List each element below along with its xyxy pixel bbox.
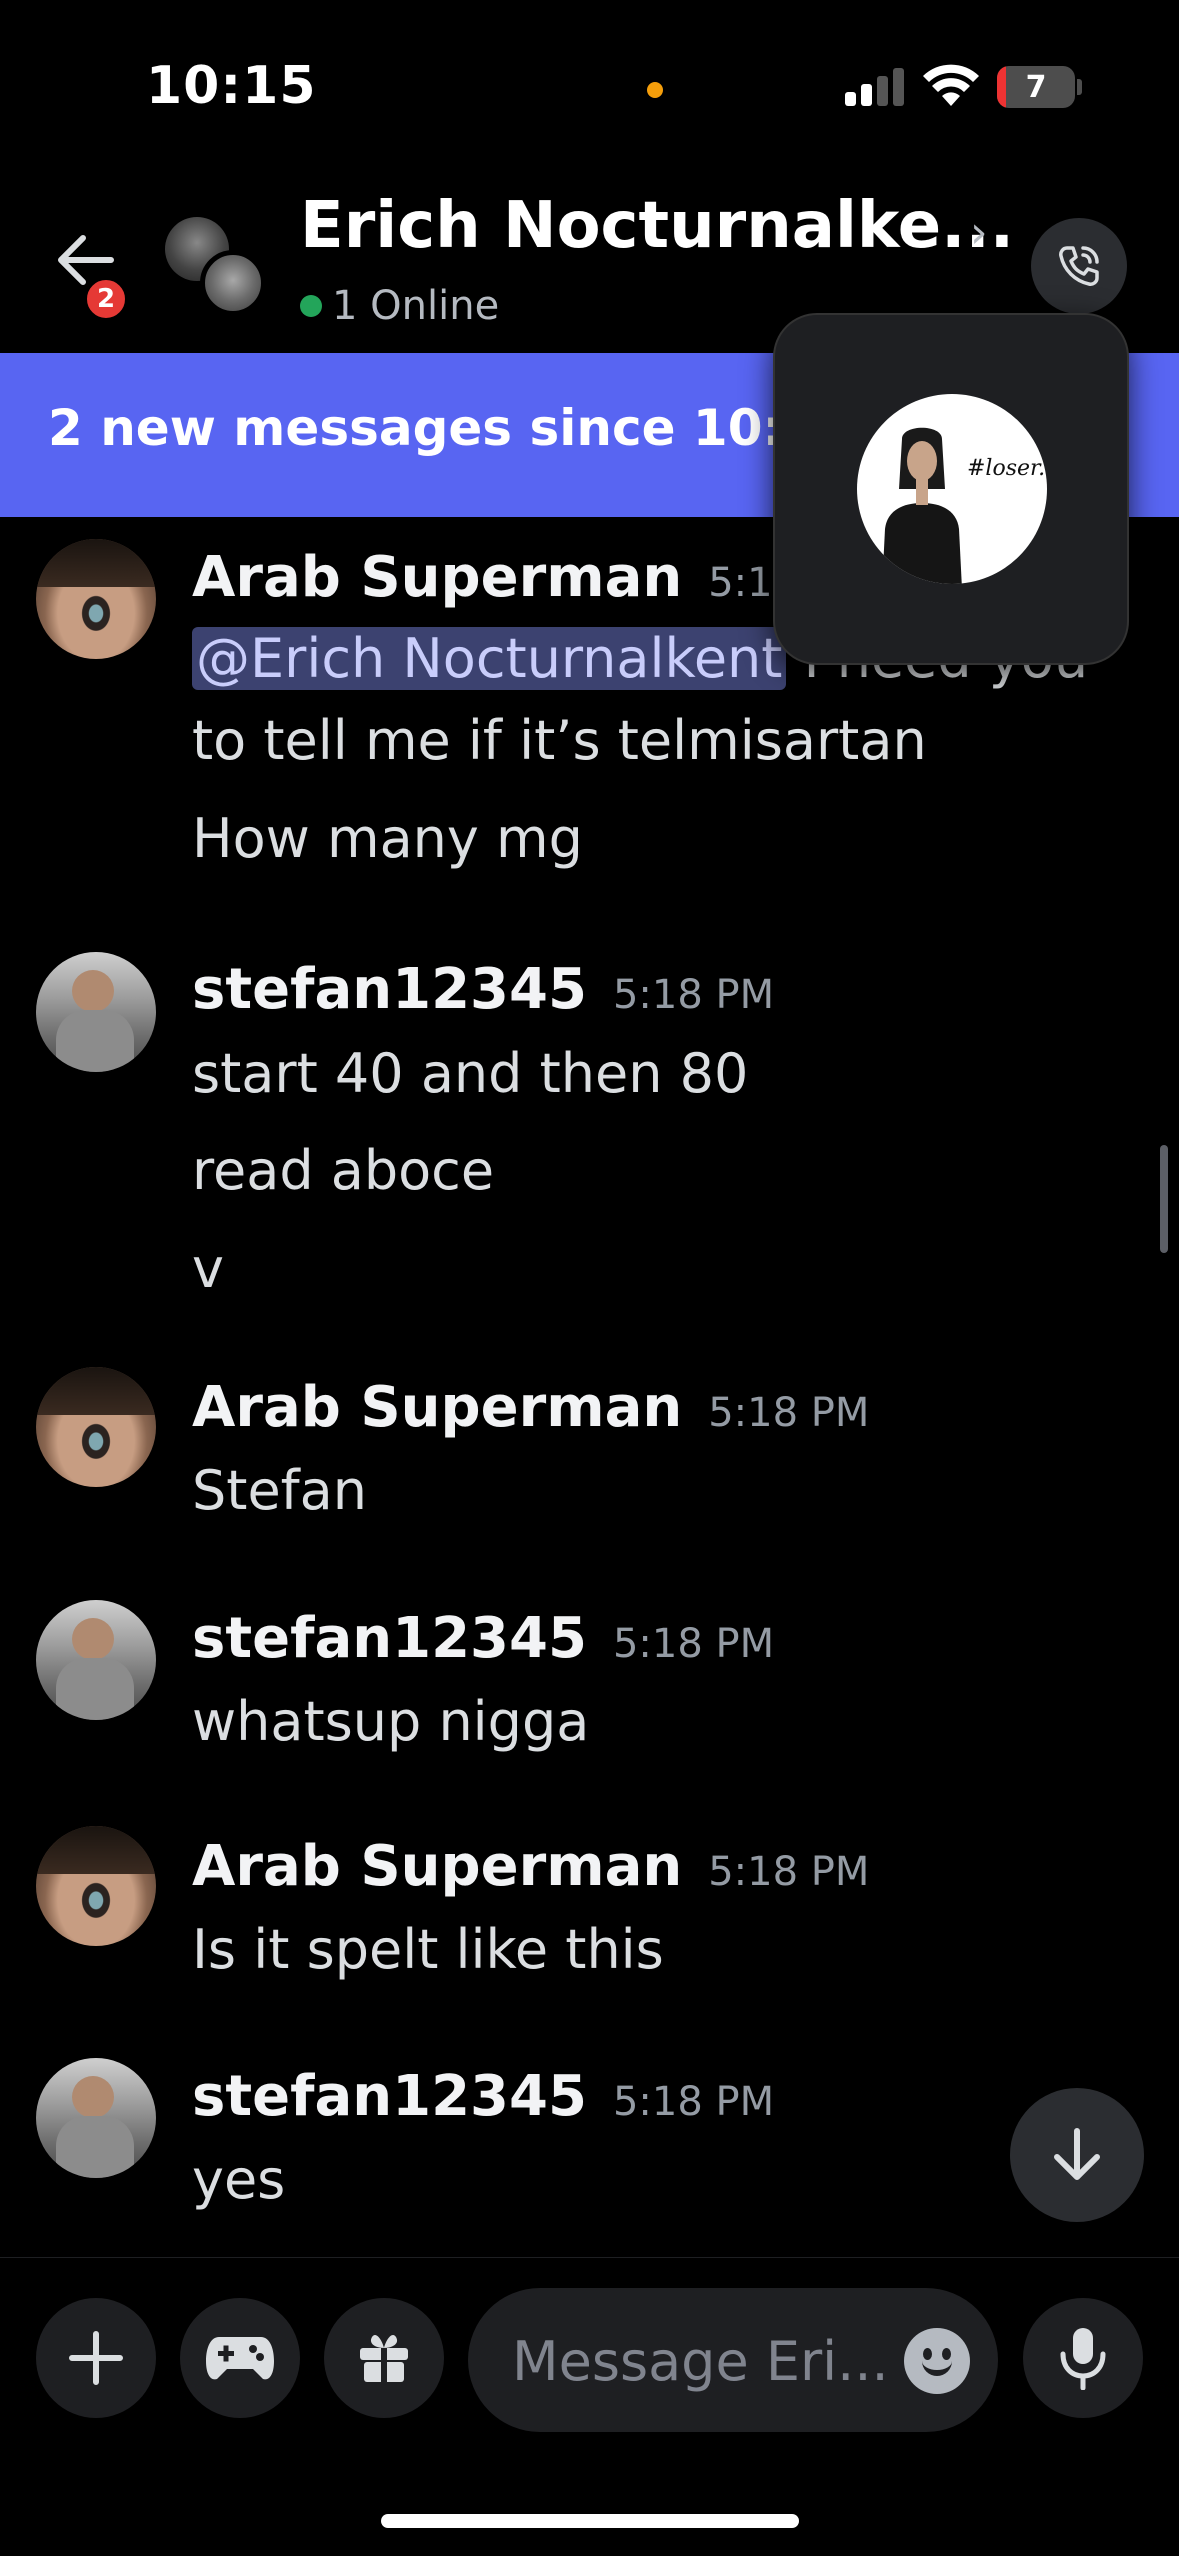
message-line: yes: [192, 2148, 286, 2211]
timestamp: 5:18 PM: [708, 1849, 870, 1895]
message-line: read aboce: [192, 1139, 495, 1202]
message-header: stefan12345 5:18 PM: [192, 957, 774, 1022]
unread-badge: 2: [82, 275, 130, 323]
channel-title[interactable]: Erich Nocturnalke...: [300, 189, 1014, 263]
message-line: start 40 and then 80: [192, 1042, 749, 1105]
message-input-placeholder: Message Eri...: [512, 2330, 889, 2393]
activities-button[interactable]: [180, 2298, 300, 2418]
microphone-icon: [1060, 2328, 1106, 2390]
user-mention[interactable]: @Erich Nocturnalkent: [192, 627, 787, 690]
author-name[interactable]: stefan12345: [192, 2064, 587, 2129]
gamepad-icon: [206, 2337, 274, 2380]
author-name[interactable]: Arab Superman: [192, 1375, 682, 1440]
status-time: 10:15: [146, 56, 317, 116]
online-status: 1 Online: [300, 283, 499, 329]
online-dot: [300, 295, 322, 317]
author-name[interactable]: stefan12345: [192, 957, 587, 1022]
author-name[interactable]: stefan12345: [192, 1606, 587, 1671]
emoji-icon[interactable]: [904, 2328, 970, 2394]
battery-level: 7: [1025, 69, 1047, 105]
message-header: Arab Superman 5:17 PM: [192, 545, 869, 610]
message-composer: Message Eri...: [0, 2257, 1179, 2432]
voice-message-button[interactable]: [1023, 2298, 1143, 2418]
jump-to-latest-button[interactable]: [1010, 2088, 1144, 2222]
plus-icon: [69, 2331, 123, 2385]
battery-icon: 7: [997, 66, 1075, 108]
arrow-down-icon: [1054, 2128, 1100, 2180]
timestamp: 5:18 PM: [612, 1621, 775, 1667]
scrollbar[interactable]: [1160, 1145, 1168, 1253]
message-line: Is it spelt like this: [192, 1918, 664, 1981]
message-header: stefan12345 5:18 PM: [192, 2064, 774, 2129]
person-portrait-icon: [882, 427, 962, 584]
avatar[interactable]: [36, 1600, 156, 1720]
avatar[interactable]: [36, 1367, 156, 1487]
picture-in-picture-call[interactable]: #loser.: [773, 313, 1129, 665]
message-header: Arab Superman 5:18 PM: [192, 1834, 869, 1899]
timestamp: 5:18 PM: [612, 972, 775, 1018]
online-count: 1 Online: [332, 283, 500, 329]
message-input[interactable]: Message Eri...: [468, 2288, 998, 2432]
privacy-indicator-dot: [647, 82, 663, 98]
message-list[interactable]: Arab Superman 5:17 PM @Erich Nocturnalke…: [0, 517, 1179, 2257]
group-avatar-secondary: [200, 250, 266, 316]
message-line: How many mg: [192, 807, 583, 870]
message-line: to tell me if it’s telmisartan: [192, 709, 927, 772]
pip-avatar-text: #loser.: [967, 456, 1046, 481]
avatar[interactable]: [36, 1826, 156, 1946]
message-header: Arab Superman 5:18 PM: [192, 1375, 869, 1440]
chevron-right-icon[interactable]: ›: [970, 207, 988, 258]
add-attachment-button[interactable]: [36, 2298, 156, 2418]
message-line: v: [192, 1237, 224, 1300]
pip-avatar: #loser.: [857, 394, 1047, 584]
battery-nub: [1077, 79, 1082, 95]
message-line: whatsup nigga: [192, 1690, 590, 1753]
wifi-icon: [923, 64, 979, 106]
author-name[interactable]: Arab Superman: [192, 545, 682, 610]
author-name[interactable]: Arab Superman: [192, 1834, 682, 1899]
timestamp: 5:18 PM: [612, 2079, 775, 2125]
phone-call-icon: [1059, 246, 1099, 286]
avatar[interactable]: [36, 952, 156, 1072]
message-header: stefan12345 5:18 PM: [192, 1606, 774, 1671]
avatar[interactable]: [36, 539, 156, 659]
voice-call-button[interactable]: [1031, 218, 1127, 314]
status-bar: 10:15 7: [0, 0, 1179, 175]
message-line: Stefan: [192, 1459, 367, 1522]
signal-icon: [845, 66, 905, 106]
gift-icon: [360, 2335, 408, 2382]
timestamp: 5:18 PM: [708, 1390, 870, 1436]
home-indicator[interactable]: [381, 2514, 799, 2528]
gift-button[interactable]: [324, 2298, 444, 2418]
avatar[interactable]: [36, 2058, 156, 2178]
